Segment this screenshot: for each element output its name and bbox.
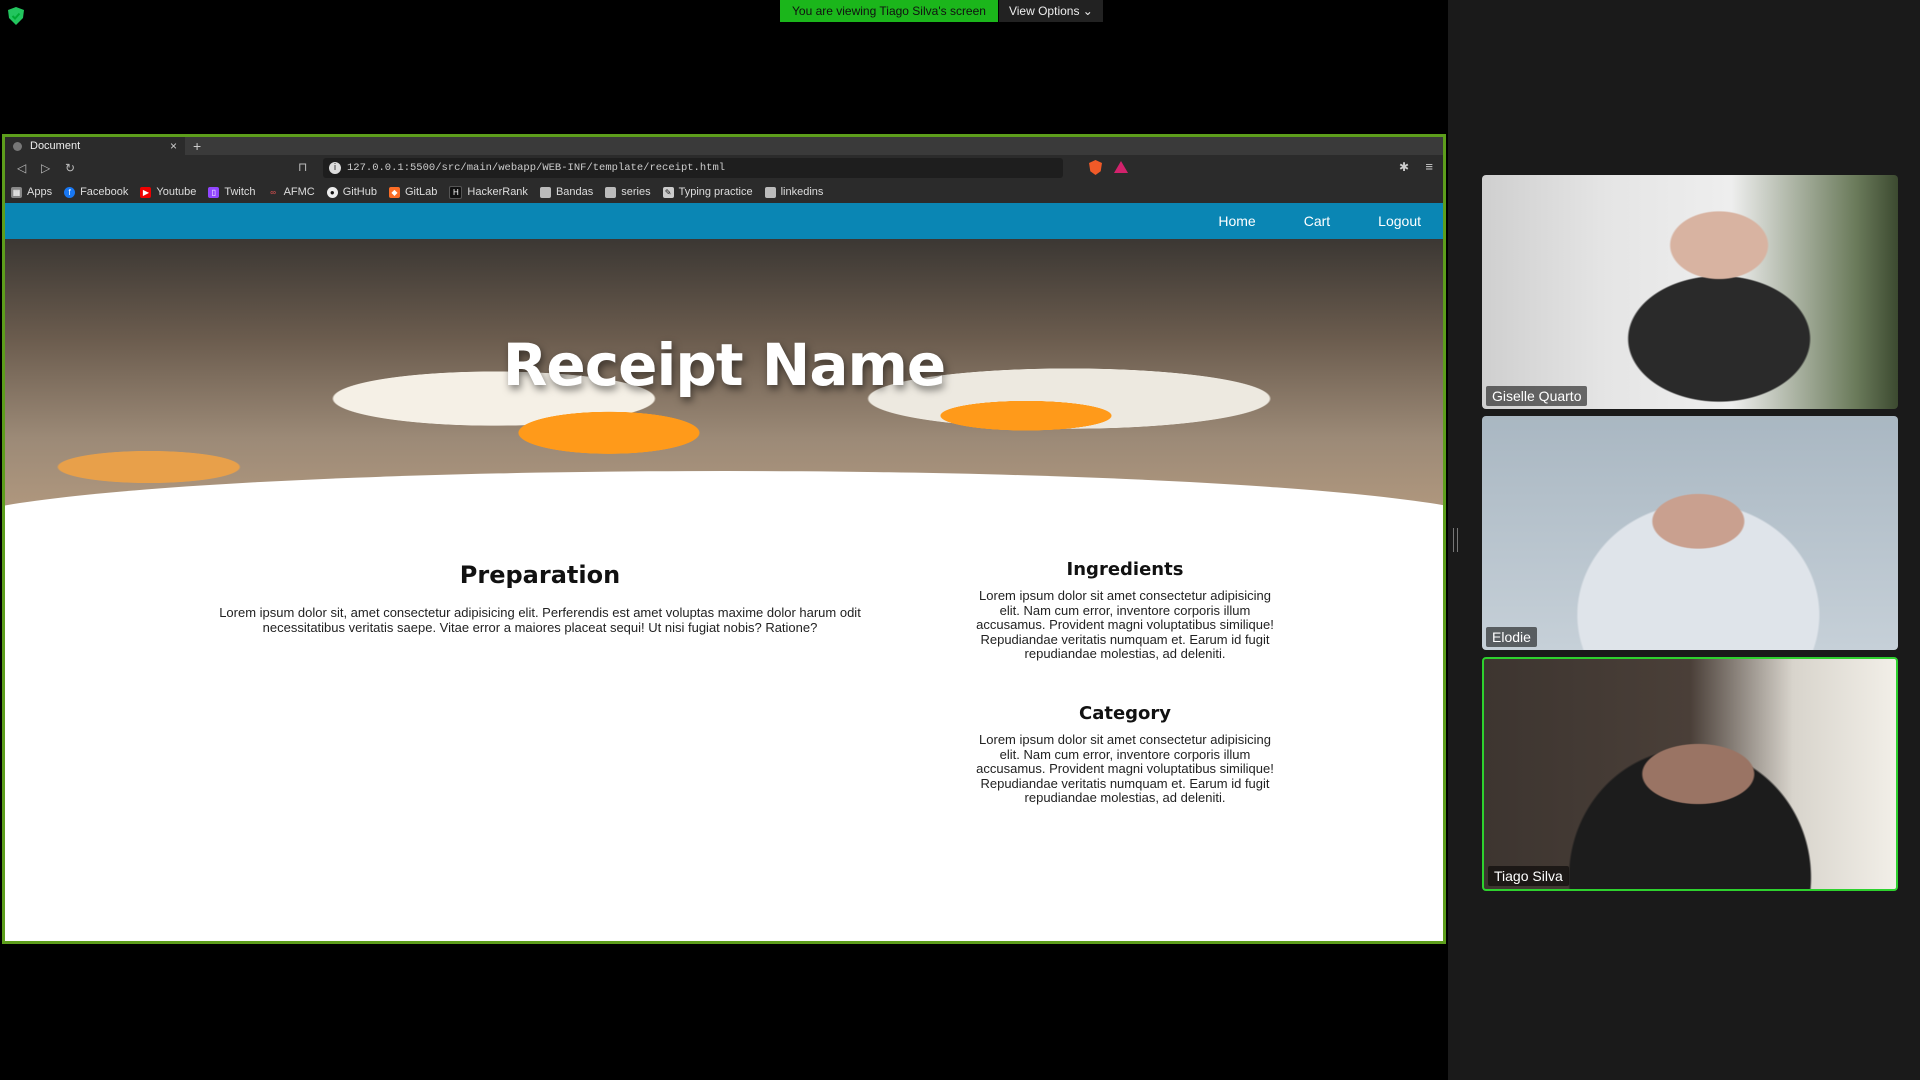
hero-title: Receipt Name	[502, 331, 946, 399]
participant-name: Tiago Silva	[1488, 866, 1569, 886]
forward-icon[interactable]: ▷	[41, 161, 50, 175]
bookmark-twitch[interactable]: ▯ Twitch	[208, 186, 256, 198]
bookmark-afmc[interactable]: ∞ AFMC	[268, 186, 315, 198]
gitlab-icon: ◆	[388, 186, 400, 198]
participant-name: Elodie	[1486, 627, 1537, 647]
close-tab-icon[interactable]: ×	[170, 139, 177, 153]
bookmark-github[interactable]: ● GitHub	[326, 186, 377, 198]
bookmarks-bar: ▦ Apps f Facebook ▶ Youtube ▯ Twitch ∞ AFMC ●…	[5, 181, 1443, 203]
extensions-icon[interactable]: ✱	[1399, 160, 1409, 174]
nav-home-link[interactable]: Home	[1218, 213, 1255, 229]
facebook-icon: f	[64, 186, 76, 198]
tab-bar: Document × +	[5, 137, 1443, 155]
shield-icon[interactable]	[8, 7, 24, 25]
bookmark-series[interactable]: series	[605, 186, 651, 198]
site-info-icon[interactable]: i	[329, 162, 341, 174]
web-page: Home Cart Logout Receipt Name Preparatio…	[5, 203, 1443, 941]
hero-image: Receipt Name	[5, 239, 1443, 524]
back-icon[interactable]: ◁	[17, 161, 26, 175]
youtube-icon: ▶	[140, 186, 152, 198]
url-field[interactable]: i 127.0.0.1:5500/src/main/webapp/WEB-INF…	[323, 158, 1063, 178]
preparation-heading: Preparation	[459, 561, 621, 589]
brave-rewards-icon[interactable]	[1114, 161, 1128, 173]
github-icon: ●	[326, 186, 338, 198]
shared-browser-window: Document × + ◁ ▷ ↻ ⊓ i 127.0.0.1:5500/sr…	[2, 134, 1446, 944]
bookmark-apps[interactable]: ▦ Apps	[11, 186, 52, 198]
folder-icon	[764, 186, 776, 198]
participant-name: Giselle Quarto	[1486, 386, 1588, 406]
panel-resize-handle[interactable]	[1453, 528, 1458, 552]
address-bar-row: ◁ ▷ ↻ ⊓ i 127.0.0.1:5500/src/main/webapp…	[5, 155, 1443, 181]
hackerrank-icon: H	[449, 185, 463, 199]
apps-grid-icon: ▦	[11, 186, 22, 198]
participant-video-active-speaker[interactable]: Tiago Silva	[1482, 657, 1898, 891]
twitch-icon: ▯	[208, 186, 220, 198]
tab-document[interactable]: Document ×	[5, 137, 185, 155]
bookmark-hackerrank[interactable]: H HackerRank	[449, 185, 528, 199]
tab-favicon-icon	[13, 141, 22, 151]
site-navbar: Home Cart Logout	[5, 203, 1443, 239]
bookmark-linkedins[interactable]: linkedins	[764, 186, 823, 198]
category-heading: Category	[1078, 703, 1172, 724]
participant-video[interactable]: Giselle Quarto	[1482, 175, 1898, 409]
screen-share-banner: You are viewing Tiago Silva's screen Vie…	[780, 0, 1103, 22]
menu-icon[interactable]: ≡	[1425, 159, 1433, 174]
participant-video[interactable]: Elodie	[1482, 416, 1898, 650]
bookmark-gitlab[interactable]: ◆ GitLab	[388, 186, 437, 198]
typing-icon: ✎	[662, 186, 674, 198]
bookmark-bandas[interactable]: Bandas	[539, 186, 593, 198]
nav-cart-link[interactable]: Cart	[1304, 213, 1330, 229]
category-text: Lorem ipsum dolor sit amet consectetur a…	[976, 732, 1274, 805]
bookmark-page-icon[interactable]: ⊓	[298, 160, 307, 174]
url-text: 127.0.0.1:5500/src/main/webapp/WEB-INF/t…	[347, 162, 726, 174]
ingredients-heading: Ingredients	[1066, 559, 1184, 580]
tab-title: Document	[30, 140, 81, 152]
viewing-message: You are viewing Tiago Silva's screen	[780, 0, 998, 22]
folder-icon	[605, 186, 617, 198]
ingredients-text: Lorem ipsum dolor sit amet consectetur a…	[976, 588, 1274, 661]
bookmark-typing-practice[interactable]: ✎ Typing practice	[662, 186, 753, 198]
view-options-button[interactable]: View Options ⌄	[998, 0, 1103, 22]
nav-logout-link[interactable]: Logout	[1378, 213, 1421, 229]
folder-icon	[539, 186, 551, 198]
link-icon: ∞	[270, 187, 276, 197]
hero-curve	[5, 471, 1443, 524]
preparation-text: Lorem ipsum dolor sit, amet consectetur …	[219, 605, 861, 635]
reload-icon[interactable]: ↻	[65, 161, 75, 175]
bookmark-youtube[interactable]: ▶ Youtube	[140, 186, 196, 198]
brave-shields-icon[interactable]	[1089, 160, 1102, 175]
new-tab-button[interactable]: +	[193, 137, 201, 155]
bookmark-facebook[interactable]: f Facebook	[64, 186, 128, 198]
